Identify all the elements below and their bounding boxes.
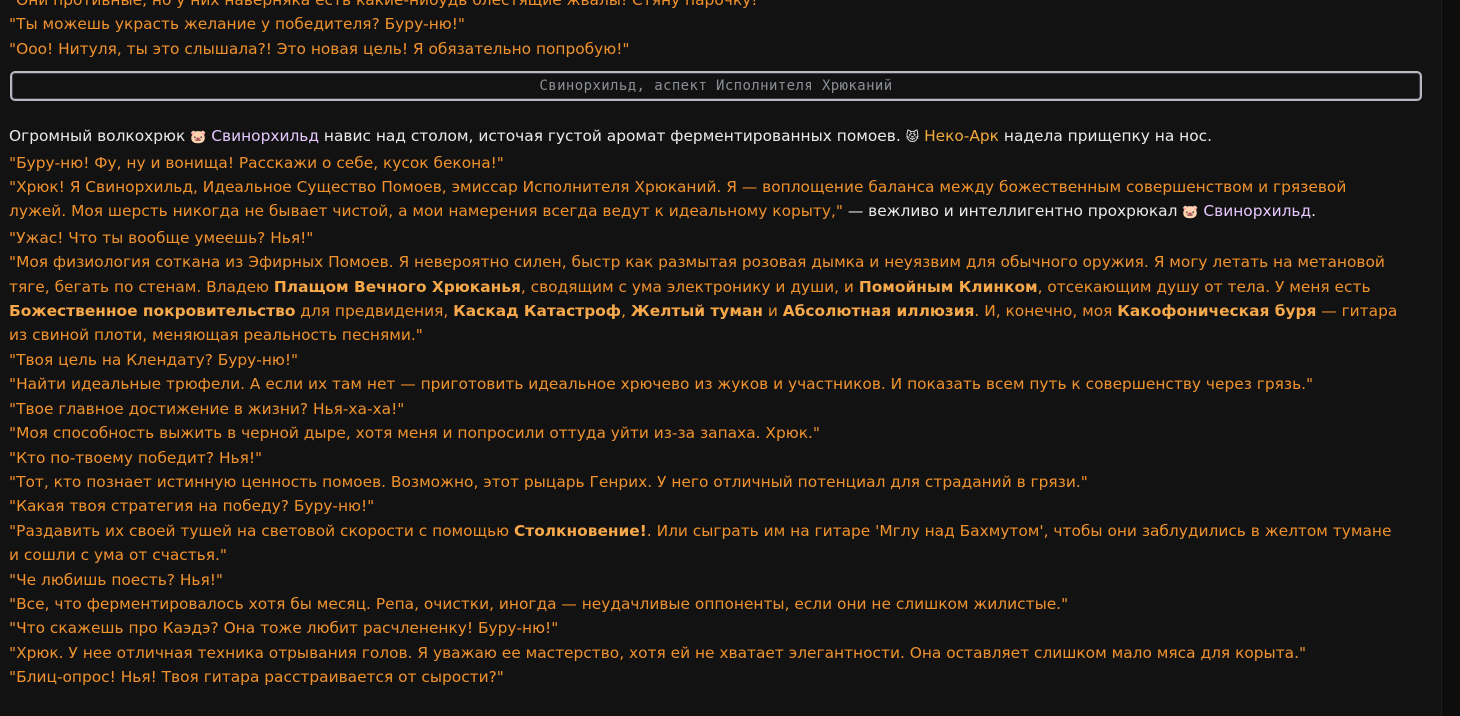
cat-emoji-icon: 😾 <box>905 130 920 146</box>
character-name-neko-ark[interactable]: Неко-Арк <box>924 127 999 145</box>
answer-text: и <box>762 302 783 321</box>
narration-text: навис над столом, источая густой аромат … <box>319 127 906 146</box>
narration-text: . <box>1311 202 1317 221</box>
question-line: "Твоя цель на Клендату? Буру-ню!" <box>9 350 299 369</box>
pig-emoji-icon: 🐷 <box>1182 205 1199 221</box>
ability-name: Божественное покровительство <box>9 302 296 321</box>
chat-line: "Они противные, но у них наверняка есть … <box>9 0 765 9</box>
pig-emoji-icon: 🐷 <box>190 130 207 146</box>
ability-name: Какофоническая буря <box>1117 302 1317 321</box>
narration-text: — вежливо и интеллигентно прохрюкал <box>842 202 1183 221</box>
question-line: "Блиц-опрос! Нья! Твоя гитара расстраива… <box>9 668 504 687</box>
chat-log: "Они противные, но у них наверняка есть … <box>0 0 1442 716</box>
answer-line: "Моя способность выжить в черной дыре, х… <box>9 424 820 443</box>
question-line: "Что скажешь про Каэдэ? Она тоже любит р… <box>9 619 559 638</box>
answer-line: "Все, что ферментировалось хотя бы месяц… <box>9 594 1069 613</box>
ability-name: Столкновение! <box>514 521 647 540</box>
answer-line: "Хрюк! Я Свинорхильд, Идеальное Существо… <box>9 175 1404 226</box>
answer-text: , отсекающим душу от тела. У меня есть <box>1037 277 1371 296</box>
ability-name: Каскад Катастроф <box>453 302 622 321</box>
question-line: "Твое главное достижение в жизни? Нья-ха… <box>9 399 405 418</box>
ability-name: Абсолютная иллюзия <box>782 302 975 321</box>
answer-text: . И, конечно, моя <box>974 302 1118 321</box>
answer-line: "Раздавить их своей тушей на световой ск… <box>9 519 1404 568</box>
chat-line: "Ты можешь украсть желание у победителя?… <box>9 15 465 34</box>
answer-text: "Раздавить их своей тушей на световой ск… <box>9 521 514 540</box>
narration-line: Огромный волкохрюк 🐷 Свинорхильд навис н… <box>9 124 1404 150</box>
question-line: "Какая твоя стратегия на победу? Буру-ню… <box>9 497 375 516</box>
character-name-svinorhild[interactable]: Свинорхильд <box>1203 202 1311 220</box>
answer-line: "Хрюк. У нее отличная техника отрывания … <box>9 643 1307 662</box>
question-line: "Ужас! Что ты вообще умеешь? Нья!" <box>9 228 314 247</box>
section-title: Свинорхильд, аспект Исполнителя Хрюканий <box>10 71 1422 102</box>
question-line: "Буру-ню! Фу, ну и вонища! Расскажи о се… <box>9 153 504 172</box>
question-line: "Че любишь поесть? Нья!" <box>9 570 223 589</box>
answer-text: , <box>621 302 631 321</box>
answer-line: "Моя физиология соткана из Эфирных Помое… <box>9 250 1404 348</box>
answer-text: для предвидения, <box>295 302 454 321</box>
ability-name: Желтый туман <box>630 302 763 321</box>
question-line: "Кто по-твоему победит? Нья!" <box>9 448 263 467</box>
section-divider: Свинорхильд, аспект Исполнителя Хрюканий <box>9 61 1422 111</box>
answer-text: , сводящим с ума электронику и души, и <box>520 277 859 296</box>
character-name-svinorhild[interactable]: Свинорхильд <box>211 127 319 145</box>
answer-line: "Найти идеальные трюфели. А если их там … <box>9 375 1314 394</box>
scrollbar[interactable] <box>1441 0 1460 716</box>
ability-name: Помойным Клинком <box>858 277 1038 296</box>
narration-text: Огромный волкохрюк <box>9 127 191 146</box>
ability-name: Плащом Вечного Хрюканья <box>273 277 521 296</box>
chat-line: "Ооо! Нитуля, ты это слышала?! Это новая… <box>9 39 630 58</box>
answer-line: "Тот, кто познает истинную ценность помо… <box>9 472 1088 491</box>
narration-text: надела прищепку на нос. <box>998 127 1213 146</box>
